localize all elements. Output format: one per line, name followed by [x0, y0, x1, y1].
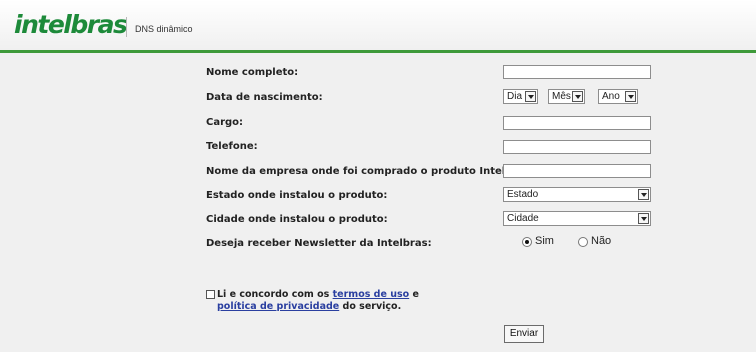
cargo-label: Cargo:: [206, 117, 244, 128]
terms-suffix: do serviço.: [339, 301, 402, 312]
nome-input[interactable]: [503, 65, 651, 79]
cidade-select-value: Cidade: [507, 213, 539, 224]
mes-select[interactable]: Mês: [548, 89, 585, 104]
cargo-input[interactable]: [503, 116, 651, 130]
cidade-select[interactable]: Cidade: [503, 211, 651, 226]
chevron-down-icon: [525, 91, 536, 102]
page-subtitle: DNS dinâmico: [135, 24, 193, 34]
newsletter-label: Deseja receber Newsletter da Intelbras:: [206, 238, 432, 249]
ano-select-value: Ano: [602, 91, 620, 102]
terms-checkbox[interactable]: [206, 290, 215, 299]
ano-select[interactable]: Ano: [598, 89, 638, 104]
nome-label: Nome completo:: [206, 67, 299, 78]
header: intelbras DNS dinâmico: [0, 0, 756, 50]
empresa-label: Nome da empresa onde foi comprado o prod…: [206, 166, 535, 177]
page: intelbras DNS dinâmico Nome completo: Da…: [0, 0, 756, 352]
privacy-policy-link[interactable]: política de privacidade: [217, 301, 339, 312]
dia-select[interactable]: Dia: [503, 89, 538, 104]
terms-text: Li e concordo com os termos de uso e pol…: [217, 289, 419, 313]
header-divider: [0, 50, 756, 53]
cidade-label: Cidade onde instalou o produto:: [206, 214, 388, 225]
chevron-down-icon: [572, 91, 583, 102]
chevron-down-icon: [638, 213, 649, 224]
estado-label: Estado onde instalou o produto:: [206, 190, 388, 201]
telefone-label: Telefone:: [206, 141, 258, 152]
terms-of-use-link[interactable]: termos de uso: [333, 289, 410, 300]
newsletter-nao-radio[interactable]: [578, 237, 588, 247]
chevron-down-icon: [638, 189, 649, 200]
newsletter-sim-radio[interactable]: [522, 237, 532, 247]
intelbras-logo: intelbras: [14, 10, 128, 39]
chevron-down-icon: [625, 91, 636, 102]
telefone-input[interactable]: [503, 140, 651, 154]
mes-select-value: Mês: [552, 91, 571, 102]
estado-select[interactable]: Estado: [503, 187, 651, 202]
dia-select-value: Dia: [507, 91, 523, 102]
header-separator: [126, 17, 127, 37]
estado-select-value: Estado: [507, 189, 539, 200]
empresa-input[interactable]: [503, 164, 651, 178]
newsletter-sim-label: Sim: [535, 235, 554, 247]
newsletter-nao-label: Não: [591, 235, 612, 247]
terms-prefix: Li e concordo com os: [217, 289, 333, 300]
terms-and: e: [409, 289, 419, 300]
nascimento-label: Data de nascimento:: [206, 92, 323, 103]
submit-button[interactable]: Enviar: [504, 325, 544, 343]
